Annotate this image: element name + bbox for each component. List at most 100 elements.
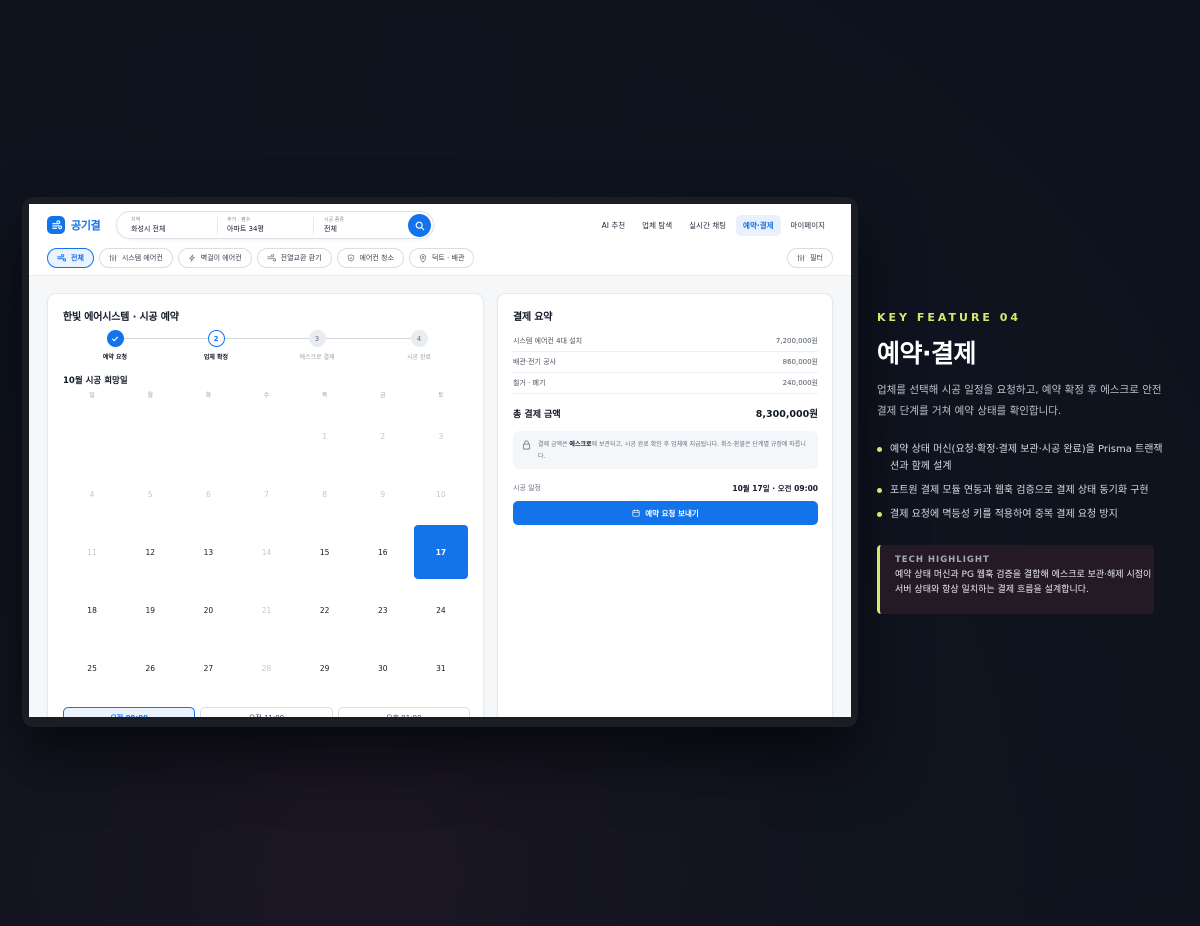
item-label: 시스템 에어컨 4대 설치: [513, 337, 583, 345]
calendar-empty-cell: [65, 409, 119, 463]
check-icon: [106, 330, 124, 347]
calendar-day-disabled: 14: [261, 547, 272, 557]
calendar-day[interactable]: 26: [123, 641, 177, 695]
calendar-empty-cell: [181, 409, 235, 463]
calendar-day[interactable]: 31: [414, 641, 468, 695]
shield-icon: [347, 254, 354, 262]
calendar-day-disabled: 9: [380, 489, 386, 499]
calendar-day[interactable]: 20: [181, 583, 235, 637]
time-slot[interactable]: 오후 01:00: [337, 707, 470, 717]
app-screen: 공기결 지역 화성시 전체 주거 · 평수 아파트 34평 시공 종류 전체 A…: [29, 204, 851, 717]
chip-all[interactable]: 전체: [47, 248, 94, 268]
feature-bullets: 예약 상태 머신(요청·확정·결제 보관·시공 완료)을 Prisma 트랜잭션…: [877, 441, 1167, 530]
step-complete: 4 시공 완료: [384, 330, 454, 361]
search-field-housing[interactable]: 주거 · 평수 아파트 34평: [227, 217, 264, 234]
send-request-button[interactable]: 예약 요청 보내기: [513, 501, 818, 525]
nav-browse[interactable]: 업체 탐색: [635, 215, 679, 236]
filter-button[interactable]: 필터: [787, 248, 833, 268]
calendar-day-disabled: 21: [261, 605, 272, 615]
search-field-region[interactable]: 지역 화성시 전체: [131, 217, 165, 234]
summary-title: 결제 요약: [513, 312, 553, 323]
sliders-icon: [797, 254, 805, 262]
calendar: 일월화수목금토 1 2 3 4 5 6 7 8 9 10 11 12 13 14 15 16 17 18 19 20 2…: [63, 390, 470, 697]
wind-icon: [57, 254, 66, 262]
calendar-day[interactable]: 29: [298, 641, 352, 695]
calendar-day[interactable]: 23: [356, 583, 410, 637]
summary-row: 철거 · 폐기 240,000원: [513, 373, 818, 394]
housing-label: 주거 · 평수: [227, 217, 251, 223]
chip-system-ac[interactable]: 시스템 에어컨: [98, 248, 173, 268]
booking-title: 한빛 에어시스템 · 시공 예약: [63, 312, 179, 323]
calendar-day[interactable]: 16: [356, 525, 410, 579]
feature-bullet: 포트원 결제 모듈 연동과 웹훅 검증으로 결제 상태 동기화 구현: [877, 482, 1167, 499]
calendar-day[interactable]: 25: [65, 641, 119, 695]
time-slot[interactable]: 오전 11:00: [200, 707, 333, 717]
step-confirmed: 2 업체 확정: [181, 330, 251, 361]
feature-title: 예약·결제: [877, 339, 977, 368]
calendar-title: 10월 시공 희망일: [63, 376, 128, 386]
type-label: 시공 종류: [324, 217, 344, 223]
summary-row: 시스템 에어컨 4대 설치 7,200,000원: [513, 331, 818, 352]
calendar-day-disabled: 2: [380, 431, 386, 441]
calendar-day[interactable]: 30: [356, 641, 410, 695]
chip-label: 시스템 에어컨: [121, 254, 163, 262]
calendar-day[interactable]: 12: [123, 525, 177, 579]
calendar-day[interactable]: 22: [298, 583, 352, 637]
calendar-day-disabled: 10: [436, 489, 446, 499]
housing-value: 아파트 34평: [227, 225, 264, 233]
feature-description: 업체를 선택해 시공 일정을 요청하고, 예약 확정 후 에스크로 안전 결제 …: [877, 384, 1162, 417]
location-pin-icon: [419, 253, 427, 263]
category-chips: 전체 시스템 에어컨 벽걸이 에어컨 전열교환 환기 에어컨 청소 덕트 · 배…: [47, 248, 475, 268]
chip-label: 전체: [71, 254, 84, 262]
chip-label: 벽걸이 에어컨: [200, 254, 242, 262]
item-label: 배관·전기 공사: [513, 358, 557, 366]
summary-row: 배관·전기 공사 860,000원: [513, 352, 818, 373]
calendar-day-disabled: 1: [322, 431, 328, 441]
type-value: 전체: [324, 225, 337, 233]
calendar-day-selected[interactable]: 17: [413, 525, 468, 579]
weekday-label: 월: [147, 392, 153, 399]
calendar-day-disabled: 4: [89, 489, 95, 499]
calendar-day[interactable]: 13: [181, 525, 235, 579]
item-amount: 860,000원: [782, 358, 818, 366]
calendar-icon: [632, 509, 640, 517]
search-button[interactable]: [408, 214, 431, 237]
chip-duct[interactable]: 덕트 · 배관: [408, 248, 475, 268]
calendar-day-disabled: 3: [438, 431, 444, 441]
brand-name: 공기결: [71, 219, 101, 232]
calendar-day[interactable]: 27: [181, 641, 235, 695]
tech-highlight-title: TECH HIGHLIGHT: [895, 555, 990, 565]
feature-kicker: KEY FEATURE 04: [877, 311, 1022, 324]
chip-label: 에어컨 청소: [359, 254, 394, 262]
calendar-day-disabled: 11: [87, 547, 97, 557]
chip-wall-ac[interactable]: 벽걸이 에어컨: [177, 248, 252, 268]
search-field-type[interactable]: 시공 종류 전체: [324, 217, 344, 234]
brand-logo[interactable]: 공기결: [47, 216, 101, 234]
time-slot[interactable]: 오전 09:00: [63, 707, 196, 717]
calendar-weekdays: 일월화수목금토: [63, 390, 470, 404]
chip-ventilation[interactable]: 전열교환 환기: [256, 248, 332, 268]
schedule-label: 시공 일정: [513, 484, 541, 492]
schedule-row: 시공 일정 10월 17일 · 오전 09:00: [513, 483, 818, 494]
calendar-day[interactable]: 18: [65, 583, 119, 637]
step-label: 에스크로 결제: [299, 354, 335, 361]
calendar-day[interactable]: 24: [414, 583, 468, 637]
item-amount: 7,200,000원: [775, 337, 818, 345]
calendar-day[interactable]: 15: [298, 525, 352, 579]
search-bar[interactable]: 지역 화성시 전체 주거 · 평수 아파트 34평 시공 종류 전체: [116, 211, 434, 239]
escrow-notice: 결제 금액은 에스크로에 보관되고, 시공 완료 확인 후 업체에 지급됩니다.…: [513, 431, 818, 469]
nav-ai-recommend[interactable]: AI 추천: [595, 215, 633, 236]
step-label: 시공 완료: [407, 354, 431, 361]
tech-highlight: TECH HIGHLIGHT 예약 상태 머신과 PG 웹훅 검증을 결합해 에…: [877, 545, 1154, 614]
nav-booking[interactable]: 예약·결제: [736, 215, 781, 236]
weekday-label: 수: [263, 392, 270, 399]
schedule-value: 10월 17일 · 오전 09:00: [732, 484, 818, 493]
chip-ac-cleaning[interactable]: 에어컨 청소: [336, 248, 404, 268]
divider: [313, 217, 314, 235]
step-escrow: 3 에스크로 결제: [282, 330, 352, 361]
nav-chat[interactable]: 실시간 채팅: [682, 215, 733, 236]
calendar-day[interactable]: 19: [123, 583, 177, 637]
nav-mypage[interactable]: 마이페이지: [784, 215, 833, 236]
total-amount: 8,300,000원: [755, 409, 818, 420]
feature-bullet: 결제 요청에 멱등성 키를 적용하여 중복 결제 요청 방지: [877, 506, 1167, 523]
